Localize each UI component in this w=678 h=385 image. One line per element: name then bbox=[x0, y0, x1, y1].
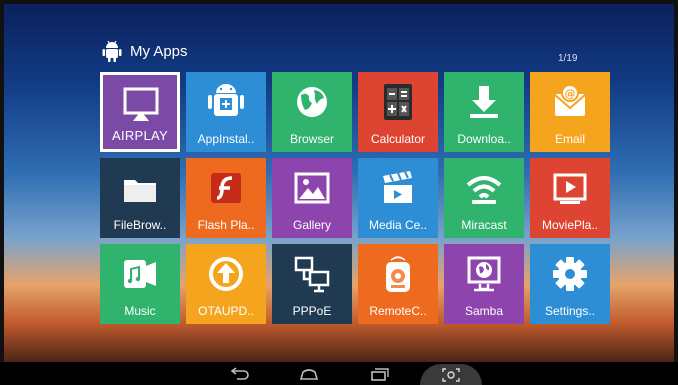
flash-icon bbox=[211, 173, 241, 203]
app-label: Miracast bbox=[461, 218, 507, 232]
app-label: Email bbox=[554, 132, 585, 146]
app-tile-flash-pla[interactable]: Flash Pla.. bbox=[186, 158, 266, 238]
music-icon bbox=[124, 260, 156, 288]
app-tile-browser[interactable]: Browser bbox=[272, 72, 352, 152]
app-tile-samba[interactable]: Samba bbox=[444, 244, 524, 324]
app-tile-email[interactable]: @ Email bbox=[530, 72, 610, 152]
screen-frame-left bbox=[0, 0, 4, 385]
app-label: Browser bbox=[289, 132, 334, 146]
app-tile-miracast[interactable]: Miracast bbox=[444, 158, 524, 238]
app-tile-downloa[interactable]: Downloa.. bbox=[444, 72, 524, 152]
update-icon bbox=[209, 257, 243, 291]
gallery-icon bbox=[294, 172, 330, 204]
app-label: AppInstal.. bbox=[197, 132, 255, 146]
app-label: Settings.. bbox=[544, 304, 596, 318]
app-label: MoviePla.. bbox=[541, 218, 599, 232]
app-tile-gallery[interactable]: Gallery bbox=[272, 158, 352, 238]
my-apps-header: My Apps bbox=[102, 38, 188, 64]
app-label: OTAUPD.. bbox=[198, 304, 254, 318]
screen-frame-top bbox=[0, 0, 678, 4]
app-label: Samba bbox=[464, 304, 504, 318]
folder-icon bbox=[124, 180, 156, 202]
page-title: My Apps bbox=[130, 42, 188, 60]
download-icon bbox=[470, 86, 498, 118]
app-tile-music[interactable]: Music bbox=[100, 244, 180, 324]
screenshot-icon bbox=[442, 368, 460, 382]
page-indicator: 1/19 bbox=[558, 53, 578, 64]
svg-text:@: @ bbox=[565, 87, 576, 100]
calculator-icon bbox=[384, 84, 412, 120]
back-icon[interactable] bbox=[229, 367, 251, 381]
app-label: Flash Pla.. bbox=[197, 218, 255, 232]
gear-icon bbox=[553, 257, 587, 291]
app-label: FileBrow.. bbox=[113, 218, 167, 232]
recents-icon[interactable] bbox=[368, 367, 390, 381]
app-tile-airplay[interactable]: AIRPLAY bbox=[100, 72, 180, 152]
app-label: Downloa.. bbox=[457, 132, 511, 146]
email-icon: @ bbox=[554, 84, 586, 116]
app-label: AIRPLAY bbox=[111, 128, 169, 143]
app-label: Calculator bbox=[370, 132, 426, 146]
app-tile-moviepla[interactable]: MoviePla.. bbox=[530, 158, 610, 238]
app-tile-filebrow[interactable]: FileBrow.. bbox=[100, 158, 180, 238]
remote-icon bbox=[386, 256, 410, 292]
network-icon bbox=[294, 256, 330, 293]
navigation-bar bbox=[0, 362, 678, 385]
screen-frame-right bbox=[674, 0, 678, 385]
app-tile-appinstal[interactable]: AppInstal.. bbox=[186, 72, 266, 152]
app-installer-icon bbox=[208, 84, 244, 116]
app-tile-media-ce[interactable]: Media Ce.. bbox=[358, 158, 438, 238]
app-label: RemoteC.. bbox=[369, 304, 427, 318]
app-label: PPPoE bbox=[292, 304, 332, 318]
home-icon[interactable] bbox=[298, 367, 320, 381]
app-tile-calculator[interactable]: Calculator bbox=[358, 72, 438, 152]
android-icon bbox=[102, 40, 122, 62]
app-tile-pppoe[interactable]: PPPoE bbox=[272, 244, 352, 324]
samba-icon bbox=[467, 256, 501, 292]
wifi-icon bbox=[466, 176, 502, 204]
home-screen: My Apps 1/19 AIRPLAY AppInstal.. Browser Ca… bbox=[0, 0, 678, 385]
globe-icon bbox=[297, 87, 327, 117]
play-icon bbox=[553, 173, 587, 204]
app-tile-remotec[interactable]: RemoteC.. bbox=[358, 244, 438, 324]
app-label: Gallery bbox=[292, 218, 331, 232]
app-tile-otaupd[interactable]: OTAUPD.. bbox=[186, 244, 266, 324]
app-label: Music bbox=[124, 304, 156, 318]
app-tile-settings[interactable]: Settings.. bbox=[530, 244, 610, 324]
airplay-icon bbox=[123, 87, 159, 121]
app-label: Media Ce.. bbox=[368, 218, 428, 232]
clapperboard-icon bbox=[383, 171, 412, 203]
screenshot-button[interactable] bbox=[420, 364, 482, 385]
